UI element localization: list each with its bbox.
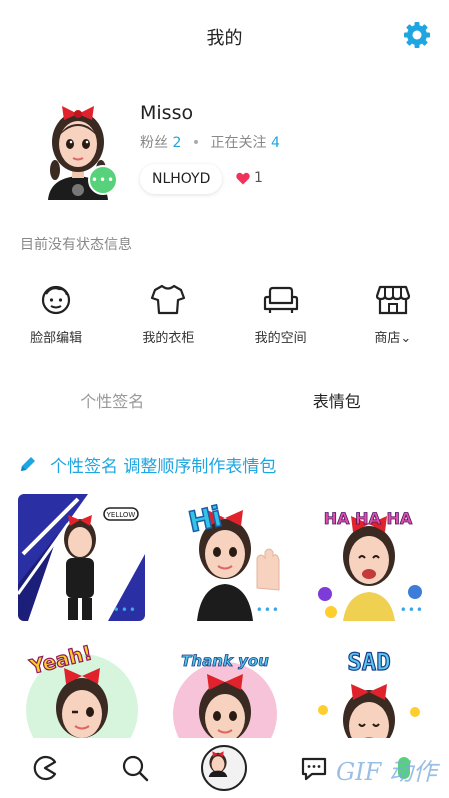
- follow-stats: 粉丝 2 • 正在关注 4: [140, 132, 280, 152]
- profile-card: ••• Misso 粉丝 2 • 正在关注 4 NLHOYD 1: [0, 90, 449, 210]
- pacman-icon: [33, 755, 56, 781]
- nav-profile[interactable]: [180, 745, 270, 791]
- username: Misso: [140, 102, 194, 124]
- more-icon[interactable]: •••: [256, 603, 280, 617]
- shirt-icon: [151, 284, 186, 315]
- sticker-item[interactable]: Hi •••: [161, 494, 288, 621]
- fans-label: 粉丝: [140, 135, 168, 151]
- page-title: 我的: [206, 28, 243, 49]
- following-count[interactable]: 4: [271, 135, 280, 151]
- menu-face-edit[interactable]: 脸部编辑: [0, 280, 112, 355]
- sticker-caption: Hi: [186, 500, 225, 539]
- heart-icon: [236, 172, 250, 184]
- pencil-icon: [21, 457, 35, 471]
- content-tabs: 个性签名 表情包: [0, 380, 449, 424]
- nav-search[interactable]: [90, 753, 180, 783]
- gif-watermark: GIF 动作: [336, 758, 437, 786]
- likes-counter[interactable]: 1: [236, 170, 263, 186]
- banner-text: 个性签名 调整顺序制作表情包: [50, 456, 277, 477]
- edit-signature-banner[interactable]: 个性签名 调整顺序制作表情包: [18, 450, 276, 478]
- sticker-caption: Thank you: [181, 652, 269, 670]
- quick-menu: 脸部编辑 我的衣柜 我的空间 商店⌄: [0, 280, 449, 355]
- menu-store[interactable]: 商店⌄: [337, 280, 449, 355]
- fans-count[interactable]: 2: [172, 135, 181, 151]
- sticker-image: Hi: [185, 499, 280, 621]
- menu-my-space[interactable]: 我的空间: [225, 280, 337, 355]
- likes-count: 1: [254, 170, 263, 186]
- sticker-item[interactable]: HA HA HA •••: [305, 494, 432, 621]
- search-icon: [122, 755, 148, 782]
- status-badge[interactable]: •••: [88, 165, 118, 195]
- more-icon[interactable]: •••: [113, 603, 137, 617]
- separator-dot: •: [191, 135, 201, 151]
- tab-stickers[interactable]: 表情包: [225, 380, 449, 424]
- chat-icon: [302, 757, 327, 781]
- zepeto-code-chip[interactable]: NLHOYD: [140, 164, 223, 194]
- gear-icon[interactable]: [402, 20, 432, 50]
- more-icon[interactable]: •••: [400, 603, 424, 617]
- sofa-icon: [263, 286, 298, 313]
- store-icon: [375, 285, 410, 315]
- menu-label: 我的衣柜: [142, 331, 195, 346]
- menu-label: 我的空间: [254, 331, 307, 346]
- sticker-caption: SAD: [347, 648, 390, 676]
- tab-signature[interactable]: 个性签名: [0, 380, 225, 424]
- top-bar: 我的: [0, 0, 449, 70]
- sticker-item[interactable]: YELLOW •••: [18, 494, 145, 621]
- sticker-caption: YELLOW: [106, 511, 136, 519]
- menu-label: 脸部编辑: [30, 331, 83, 346]
- face-icon: [42, 285, 71, 315]
- avatar: [201, 745, 248, 791]
- sticker-image: YELLOW: [18, 494, 145, 621]
- nav-home[interactable]: [0, 753, 90, 783]
- status-message[interactable]: 目前没有状态信息: [20, 234, 132, 254]
- following-label: 正在关注: [210, 135, 267, 151]
- sticker-image: HA HA HA: [318, 509, 422, 621]
- menu-label: 商店⌄: [374, 331, 412, 346]
- menu-wardrobe[interactable]: 我的衣柜: [112, 280, 224, 355]
- sticker-caption: HA HA HA: [324, 509, 413, 528]
